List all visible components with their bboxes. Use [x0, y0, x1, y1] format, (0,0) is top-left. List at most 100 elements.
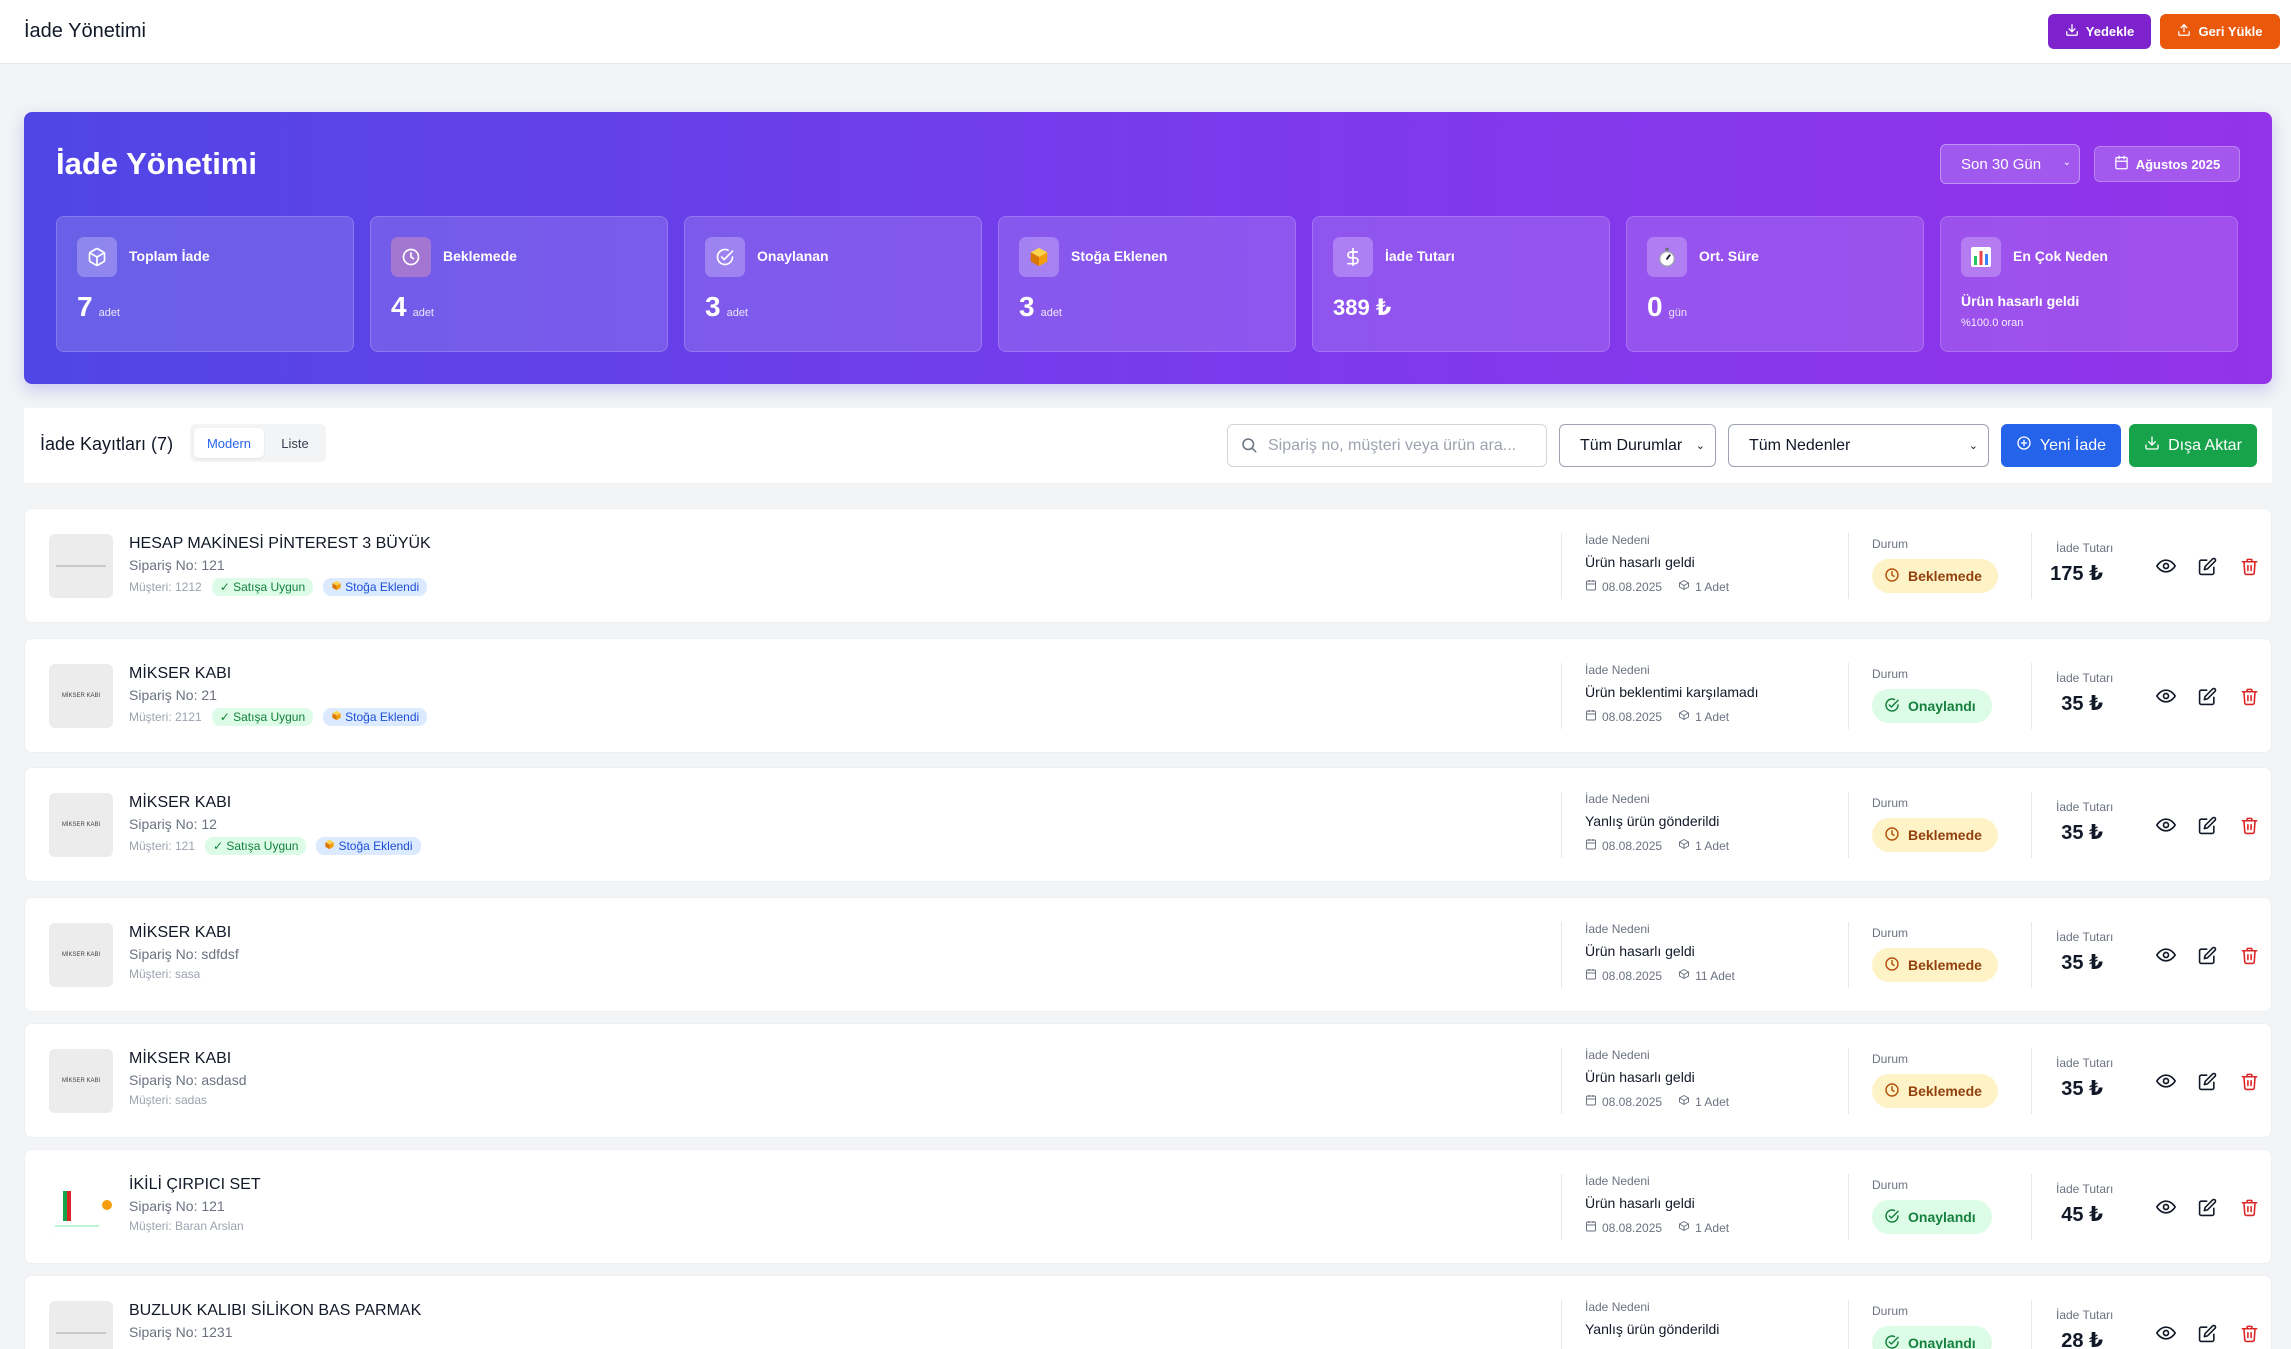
trash-icon[interactable]: [2238, 1322, 2260, 1344]
stopwatch-icon: [1647, 237, 1687, 277]
return-date: 08.08.2025: [1602, 709, 1663, 724]
clock-icon: [1884, 956, 1900, 975]
clock-icon: [391, 237, 431, 277]
status-badge: Beklemede: [1872, 818, 1998, 852]
eye-icon[interactable]: [2155, 685, 2177, 707]
edit-icon[interactable]: [2196, 944, 2218, 966]
return-row[interactable]: MİKSER KABI MİKSER KABI Sipariş No: asdasd…: [24, 1023, 2272, 1138]
stat-value: 3: [705, 291, 721, 322]
trash-icon[interactable]: [2238, 685, 2260, 707]
search-input[interactable]: [1268, 433, 1538, 459]
return-row[interactable]: MİKSER KABI MİKSER KABI Sipariş No: 12 Müşt…: [24, 767, 2272, 882]
divider: [1561, 922, 1562, 988]
return-date: 08.08.2025: [1602, 968, 1663, 983]
edit-icon[interactable]: [2196, 814, 2218, 836]
status-text: Onaylandı: [1908, 698, 1976, 714]
divider: [1848, 1174, 1849, 1240]
order-number: Sipariş No: 21: [129, 687, 217, 703]
product-name: HESAP MAKİNESİ PİNTEREST 3 BÜYÜK: [129, 535, 431, 552]
customer-name: Müşteri: sasa: [129, 967, 201, 981]
return-quantity: 1 Adet: [1695, 709, 1730, 724]
period-select[interactable]: Son 30 Gün ⌄: [1940, 144, 2080, 184]
eye-icon[interactable]: [2155, 814, 2177, 836]
check-circle-icon: [705, 237, 745, 277]
trash-icon[interactable]: [2238, 1196, 2260, 1218]
return-row[interactable]: BUZLUK KALIBI SİLİKON BAS PARMAK Sipariş …: [24, 1275, 2272, 1349]
edit-icon[interactable]: [2196, 685, 2218, 707]
view-list-button[interactable]: Liste: [268, 428, 322, 458]
package-icon: [1678, 1094, 1690, 1109]
restore-button[interactable]: Geri Yükle: [2160, 14, 2280, 49]
calendar-icon: [1585, 579, 1597, 594]
stat-label: Beklemede: [443, 248, 517, 264]
trash-icon[interactable]: [2238, 555, 2260, 577]
edit-icon[interactable]: [2196, 1070, 2218, 1092]
return-row[interactable]: MİKSER KABI MİKSER KABI Sipariş No: 21 Müşt…: [24, 638, 2272, 753]
top-reason-text: Ürün hasarlı geldi: [1961, 293, 2080, 309]
backup-button[interactable]: Yedekle: [2048, 14, 2151, 49]
package-icon: [1678, 709, 1690, 724]
eye-icon[interactable]: [2155, 555, 2177, 577]
order-number: Sipariş No: 12: [129, 816, 217, 832]
status-text: Beklemede: [1908, 1083, 1982, 1099]
status-text: Beklemede: [1908, 957, 1982, 973]
edit-icon[interactable]: [2196, 1196, 2218, 1218]
return-row[interactable]: MİKSER KABI MİKSER KABI Sipariş No: sdfdsf…: [24, 897, 2272, 1012]
return-quantity: 1 Adet: [1695, 1220, 1730, 1235]
stat-pending: Beklemede 4 adet: [370, 216, 668, 352]
reason-label: İade Nedeni: [1585, 792, 1650, 806]
eye-icon[interactable]: [2155, 1070, 2177, 1092]
status-label: Durum: [1872, 1304, 1909, 1318]
return-amount: 35 ₺: [2061, 952, 2103, 974]
customer-name: Müşteri: 121: [129, 839, 196, 853]
download-icon: [2144, 435, 2160, 456]
new-return-button[interactable]: Yeni İade: [2001, 424, 2121, 467]
backup-label: Yedekle: [2085, 24, 2135, 39]
stat-total-returns: Toplam İade 7 adet: [56, 216, 354, 352]
stat-top-reason: En Çok Neden Ürün hasarlı geldi %100.0 o…: [1940, 216, 2238, 352]
chevron-down-icon: ⌄: [1968, 440, 1978, 452]
reason-filter-select[interactable]: Tüm Nedenler ⌄: [1728, 424, 1989, 467]
return-row[interactable]: İKİLİ ÇIRPICI SET Sipariş No: 121 Müşteri:…: [24, 1149, 2272, 1264]
status-filter-select[interactable]: Tüm Durumlar ⌄: [1559, 424, 1716, 467]
view-modern-button[interactable]: Modern: [194, 428, 264, 458]
reason-label: İade Nedeni: [1585, 1048, 1650, 1062]
amount-label: İade Tutarı: [2056, 1056, 2114, 1070]
check-circle-icon: [1884, 1334, 1900, 1349]
product-name: MİKSER KABI: [129, 665, 232, 682]
order-number: Sipariş No: asdasd: [129, 1072, 247, 1088]
return-row[interactable]: HESAP MAKİNESİ PİNTEREST 3 BÜYÜK Sipariş …: [24, 508, 2272, 623]
return-amount: 35 ₺: [2061, 1078, 2103, 1100]
order-number: Sipariş No: 121: [129, 557, 225, 573]
package-icon: [1678, 968, 1690, 983]
export-button[interactable]: Dışa Aktar: [2129, 424, 2257, 467]
eye-icon[interactable]: [2155, 944, 2177, 966]
divider: [1561, 1048, 1562, 1114]
divider: [1848, 663, 1849, 729]
trash-icon[interactable]: [2238, 814, 2260, 836]
trash-icon[interactable]: [2238, 1070, 2260, 1092]
customer-name: Müşteri: sadas: [129, 1093, 208, 1107]
return-reason: Ürün beklentimi karşılamadı: [1585, 684, 1759, 700]
package-icon: [1678, 1220, 1690, 1235]
calendar-icon: [2114, 155, 2129, 173]
top-reason-ratio: %100.0 oran: [1961, 317, 2024, 329]
stock-added-tag: Stoğa Eklendi: [323, 708, 428, 726]
box-icon: [324, 839, 335, 853]
return-amount: 28 ₺: [2061, 1330, 2103, 1349]
trash-icon[interactable]: [2238, 944, 2260, 966]
stat-value: 4: [391, 291, 407, 322]
return-reason: Ürün hasarlı geldi: [1585, 554, 1695, 570]
status-filter-value: Tüm Durumlar: [1580, 436, 1683, 454]
status-label: Durum: [1872, 1178, 1909, 1192]
eye-icon[interactable]: [2155, 1322, 2177, 1344]
edit-icon[interactable]: [2196, 1322, 2218, 1344]
edit-icon[interactable]: [2196, 555, 2218, 577]
records-title: İade Kayıtları (7): [40, 434, 174, 454]
status-label: Durum: [1872, 926, 1909, 940]
calendar-icon: [1585, 709, 1597, 724]
month-button[interactable]: Ağustos 2025: [2094, 146, 2240, 182]
summary-title: İade Yönetimi: [56, 146, 257, 181]
eye-icon[interactable]: [2155, 1196, 2177, 1218]
amount-label: İade Tutarı: [2056, 1182, 2114, 1196]
